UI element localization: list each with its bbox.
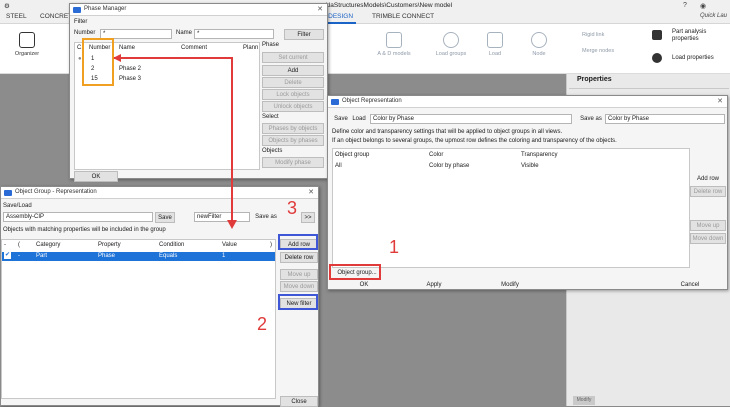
step-number-2: 2 — [257, 314, 268, 334]
annotation-arrow — [113, 54, 237, 229]
step-number-1: 1 — [389, 237, 400, 257]
step-number-3: 3 — [287, 198, 298, 218]
